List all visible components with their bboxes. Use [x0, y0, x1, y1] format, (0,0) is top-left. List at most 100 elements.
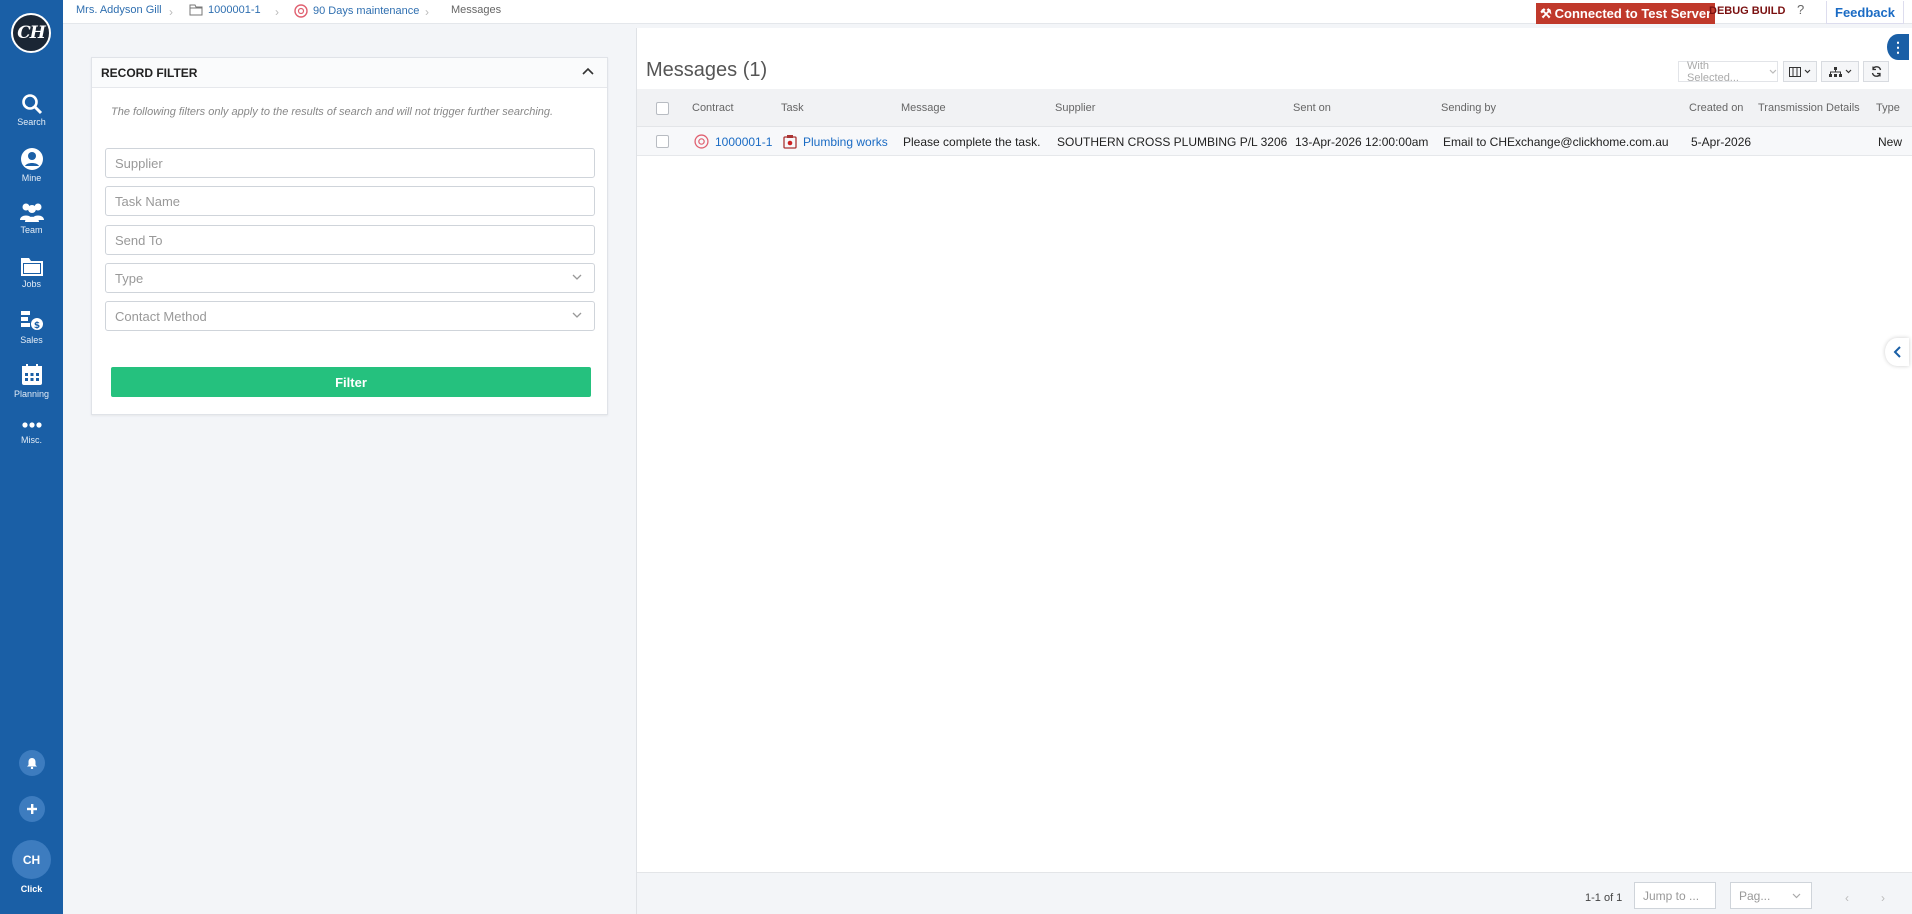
sidebar-item-label: Planning — [13, 389, 50, 399]
chevron-down-icon — [1845, 69, 1851, 74]
column-header-sent-on[interactable]: Sent on — [1293, 102, 1331, 114]
task-link[interactable]: Plumbing works — [803, 135, 888, 149]
record-filter-header[interactable]: RECORD FILTER — [92, 58, 607, 88]
hierarchy-button[interactable] — [1821, 61, 1859, 82]
add-button[interactable] — [19, 796, 45, 822]
prev-page-button[interactable]: ‹ — [1845, 891, 1849, 905]
search-icon — [21, 94, 42, 115]
chevron-right-icon: › — [169, 5, 173, 19]
table-row[interactable]: 1000001-1 Plumbing works Please complete… — [637, 127, 1912, 156]
breadcrumb-contract[interactable]: 1000001-1 — [189, 4, 261, 16]
maintenance-icon — [294, 4, 308, 18]
connection-badge: ⚒ Connected to Test Server — [1536, 3, 1716, 24]
folder-icon — [189, 4, 203, 16]
contract-link[interactable]: 1000001-1 — [715, 135, 772, 149]
page-info: 1-1 of 1 — [1585, 892, 1623, 904]
record-filter-panel: RECORD FILTER The following filters only… — [91, 57, 608, 415]
help-button[interactable]: ? — [1797, 2, 1804, 17]
column-header-sending-by[interactable]: Sending by — [1441, 102, 1496, 114]
send-to-placeholder: Send To — [115, 232, 163, 248]
jump-to-input[interactable]: Jump to ... — [1634, 882, 1716, 909]
with-selected-dropdown[interactable]: With Selected... — [1678, 60, 1778, 84]
column-header-transmission-details[interactable]: Transmission Details — [1758, 102, 1860, 114]
supplier-placeholder: Supplier — [115, 155, 163, 171]
breadcrumb-label: Mrs. Addyson Gill — [76, 4, 162, 16]
svg-text:$: $ — [33, 321, 39, 331]
team-icon — [19, 203, 44, 222]
sidebar-item-planning[interactable]: Planning — [0, 363, 63, 399]
message-cell: Please complete the task. — [903, 135, 1041, 149]
tools-icon: ⚒ — [1540, 5, 1552, 21]
breadcrumb-label: 1000001-1 — [208, 4, 261, 16]
refresh-button[interactable] — [1863, 61, 1889, 82]
sidebar-item-misc[interactable]: Misc. — [0, 421, 63, 445]
chevron-right-icon: › — [425, 5, 429, 19]
maintenance-icon — [694, 134, 709, 152]
chevron-up-icon[interactable] — [582, 67, 594, 75]
sidebar-item-jobs[interactable]: Jobs — [0, 255, 63, 289]
sidebar-item-mine[interactable]: Mine — [0, 147, 63, 183]
chevron-left-icon — [1893, 346, 1901, 358]
sidebar-item-label: Mine — [21, 173, 42, 183]
bell-icon — [27, 758, 37, 769]
more-icon — [21, 422, 42, 428]
sidebar-item-search[interactable]: Search — [0, 93, 63, 127]
folder-icon — [20, 258, 43, 276]
notifications-button[interactable] — [19, 750, 45, 776]
type-placeholder: Type — [115, 270, 144, 286]
contact-method-select[interactable]: Contact Method — [105, 301, 595, 331]
columns-button[interactable] — [1783, 61, 1817, 82]
chevron-down-icon — [1804, 69, 1811, 74]
task-name-input[interactable]: Task Name — [105, 186, 595, 216]
supplier-input[interactable]: Supplier — [105, 148, 595, 178]
more-actions-button[interactable]: ⋮ — [1887, 34, 1909, 60]
supplier-cell: SOUTHERN CROSS PLUMBING P/L 3206 — [1057, 135, 1288, 149]
type-select[interactable]: Type — [105, 263, 595, 293]
chevron-down-icon — [1769, 69, 1777, 74]
columns-icon — [1789, 66, 1801, 77]
column-header-task[interactable]: Task — [781, 102, 804, 114]
sidebar-item-sales[interactable]: $ Sales — [0, 309, 63, 345]
column-header-contract[interactable]: Contract — [692, 102, 734, 114]
task-name-placeholder: Task Name — [115, 193, 181, 209]
user-avatar[interactable]: CH — [12, 840, 51, 879]
page-size-select[interactable]: Pag... — [1730, 882, 1812, 909]
sidebar-item-label: Search — [17, 117, 46, 127]
contact-method-placeholder: Contact Method — [115, 308, 207, 324]
next-page-button[interactable]: › — [1881, 891, 1885, 905]
type-cell: New — [1878, 135, 1903, 149]
send-to-input[interactable]: Send To — [105, 225, 595, 255]
sitemap-icon — [1828, 66, 1842, 77]
messages-panel: Messages (1) With Selected... Contract T… — [636, 28, 1912, 914]
filter-note: The following filters only apply to the … — [111, 106, 554, 118]
chevron-down-icon — [572, 312, 582, 318]
calendar-icon — [21, 364, 42, 385]
table-header: Contract Task Message Supplier Sent on S… — [637, 89, 1912, 127]
user-avatar-label: Click — [20, 884, 43, 894]
row-checkbox[interactable] — [656, 135, 669, 148]
top-bar: Mrs. Addyson Gill › 1000001-1 › 90 Days … — [63, 0, 1912, 24]
column-header-supplier[interactable]: Supplier — [1055, 102, 1095, 114]
sending-by-cell: Email to CHExchange@clickhome.com.au — [1443, 135, 1669, 149]
sidebar-item-label: Jobs — [21, 279, 41, 289]
debug-build-label: DEBUG BUILD — [1709, 5, 1786, 17]
breadcrumb-task[interactable]: 90 Days maintenance — [294, 4, 419, 18]
breadcrumb-current: Messages — [451, 4, 501, 16]
column-header-created-on[interactable]: Created on — [1689, 102, 1743, 114]
sales-icon: $ — [20, 311, 43, 331]
select-all-checkbox[interactable] — [656, 102, 669, 115]
sidebar-item-label: Team — [20, 225, 43, 235]
column-header-type[interactable]: Type — [1876, 102, 1900, 114]
filter-button[interactable]: Filter — [111, 367, 591, 397]
sidebar-item-label: Misc. — [21, 435, 42, 445]
jump-to-placeholder: Jump to ... — [1643, 888, 1700, 903]
expand-side-panel-button[interactable] — [1885, 338, 1909, 366]
feedback-button[interactable]: Feedback — [1826, 1, 1904, 24]
plus-icon — [27, 804, 37, 814]
task-icon — [783, 134, 798, 152]
sidebar-item-team[interactable]: Team — [0, 201, 63, 235]
breadcrumb-client[interactable]: Mrs. Addyson Gill — [76, 4, 162, 16]
app-logo[interactable]: CH — [11, 13, 51, 53]
chevron-down-icon — [572, 274, 582, 280]
column-header-message[interactable]: Message — [901, 102, 946, 114]
